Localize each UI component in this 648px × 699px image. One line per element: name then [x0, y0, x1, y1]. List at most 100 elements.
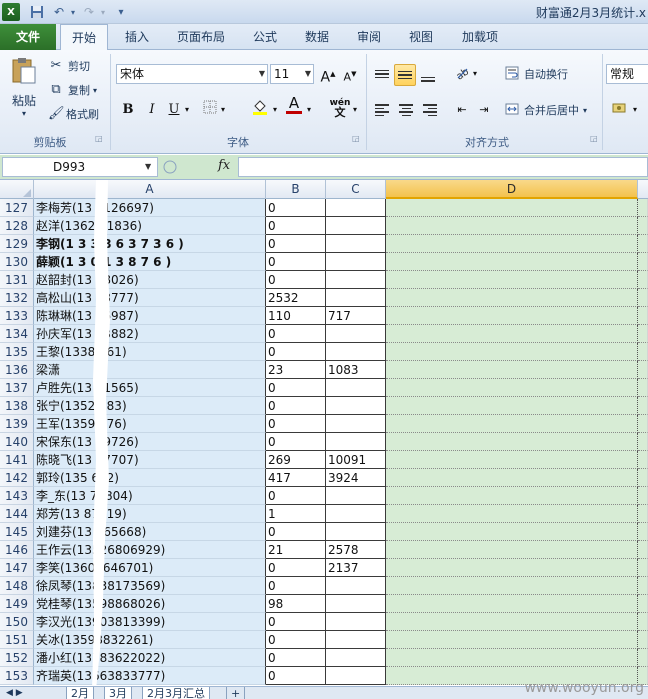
cell-e[interactable]	[638, 451, 648, 469]
tab-formulas[interactable]: 公式	[244, 24, 286, 50]
cell-name[interactable]: 薛颖(1 3 0 1 3 8 7 6 )	[34, 253, 266, 271]
font-launcher-icon[interactable]: ◲	[352, 134, 360, 143]
name-box[interactable]: D993	[2, 157, 158, 177]
cell-name[interactable]: 梁潇	[34, 361, 266, 379]
cell-b[interactable]: 417	[266, 469, 326, 487]
row-header[interactable]: 139	[0, 415, 34, 433]
save-icon[interactable]	[28, 3, 46, 21]
row-header[interactable]: 132	[0, 289, 34, 307]
cell-e[interactable]	[638, 235, 648, 253]
cell-b[interactable]: 0	[266, 397, 326, 415]
clipboard-launcher-icon[interactable]: ◲	[95, 134, 103, 143]
cell-d[interactable]	[386, 397, 638, 415]
row-header[interactable]: 135	[0, 343, 34, 361]
cell-name[interactable]: 孙庆军(13 33882)	[34, 325, 266, 343]
cell-c[interactable]: 717	[326, 307, 386, 325]
cell-e[interactable]	[638, 217, 648, 235]
underline-button[interactable]: U	[164, 100, 184, 120]
cell-d[interactable]	[386, 577, 638, 595]
cell-b[interactable]: 0	[266, 649, 326, 667]
cell-name[interactable]: 赵洋(1362 21836)	[34, 217, 266, 235]
row-header[interactable]: 128	[0, 217, 34, 235]
cell-c[interactable]	[326, 415, 386, 433]
paste-button[interactable]: 粘贴 ▾	[6, 56, 42, 128]
cell-b[interactable]: 21	[266, 541, 326, 559]
insert-sheet-icon[interactable]: +	[226, 687, 246, 699]
cell-name[interactable]: 张宁(1352 183)	[34, 397, 266, 415]
align-top-icon[interactable]	[372, 64, 392, 84]
cell-d[interactable]	[386, 649, 638, 667]
bold-button[interactable]: B	[118, 100, 138, 120]
cell-name[interactable]: 陈晓飞(13 77707)	[34, 451, 266, 469]
cell-name[interactable]: 李钢(1 3 3 8 6 3 7 3 6 )	[34, 235, 266, 253]
cell-e[interactable]	[638, 415, 648, 433]
row-header[interactable]: 151	[0, 631, 34, 649]
cell-d[interactable]	[386, 361, 638, 379]
tab-addins[interactable]: 加载项	[452, 24, 508, 50]
cell-d[interactable]	[386, 307, 638, 325]
cell-d[interactable]	[386, 379, 638, 397]
column-header-e[interactable]	[638, 180, 648, 199]
cell-e[interactable]	[638, 613, 648, 631]
cell-name[interactable]: 郭玲(135 652)	[34, 469, 266, 487]
cell-d[interactable]	[386, 271, 638, 289]
cell-d[interactable]	[386, 433, 638, 451]
cell-d[interactable]	[386, 199, 638, 217]
font-name-combo[interactable]: 宋体 ▼	[116, 64, 268, 84]
cell-c[interactable]	[326, 397, 386, 415]
cell-e[interactable]	[638, 487, 648, 505]
cell-d[interactable]	[386, 613, 638, 631]
row-header[interactable]: 136	[0, 361, 34, 379]
insert-function-icon[interactable]: fx	[218, 158, 230, 173]
row-header[interactable]: 147	[0, 559, 34, 577]
cell-b[interactable]: 98	[266, 595, 326, 613]
cell-b[interactable]: 0	[266, 577, 326, 595]
cell-e[interactable]	[638, 631, 648, 649]
orientation-icon[interactable]: ab	[452, 64, 472, 84]
cell-c[interactable]	[326, 253, 386, 271]
italic-button[interactable]: I	[142, 100, 162, 120]
cell-d[interactable]	[386, 595, 638, 613]
cell-c[interactable]	[326, 217, 386, 235]
cut-button[interactable]: ✂ 剪切	[48, 58, 90, 74]
cell-b[interactable]: 0	[266, 325, 326, 343]
font-size-combo[interactable]: 11 ▼	[270, 64, 314, 84]
cell-b[interactable]: 0	[266, 523, 326, 541]
cell-d[interactable]	[386, 469, 638, 487]
cell-b[interactable]: 0	[266, 631, 326, 649]
tab-insert[interactable]: 插入	[116, 24, 158, 50]
font-color-dropdown-icon[interactable]: ▾	[304, 100, 314, 120]
cell-b[interactable]: 269	[266, 451, 326, 469]
cell-b[interactable]: 0	[266, 433, 326, 451]
row-header[interactable]: 142	[0, 469, 34, 487]
cell-c[interactable]	[326, 325, 386, 343]
column-header-d[interactable]: D	[386, 180, 638, 199]
cell-name[interactable]: 李笑(13607646701)	[34, 559, 266, 577]
row-header[interactable]: 145	[0, 523, 34, 541]
wrap-text-button[interactable]: 自动换行	[504, 66, 568, 82]
cell-d[interactable]	[386, 487, 638, 505]
row-header[interactable]: 140	[0, 433, 34, 451]
cell-name[interactable]: 刘建芬(13 865668)	[34, 523, 266, 541]
cell-b[interactable]: 0	[266, 487, 326, 505]
row-header[interactable]: 152	[0, 649, 34, 667]
cell-e[interactable]	[638, 469, 648, 487]
cell-e[interactable]	[638, 559, 648, 577]
row-header[interactable]: 131	[0, 271, 34, 289]
cell-name[interactable]: 赵韶封(13 68026)	[34, 271, 266, 289]
cell-name[interactable]: 陈琳琳(13 76987)	[34, 307, 266, 325]
cell-d[interactable]	[386, 253, 638, 271]
orientation-dropdown-icon[interactable]: ▾	[470, 64, 480, 84]
cell-c[interactable]	[326, 199, 386, 217]
format-painter-button[interactable]: 🖌 格式刷	[48, 106, 99, 122]
cell-d[interactable]	[386, 289, 638, 307]
cell-name[interactable]: 党桂琴(13598868026)	[34, 595, 266, 613]
row-header[interactable]: 150	[0, 613, 34, 631]
cell-c[interactable]: 3924	[326, 469, 386, 487]
select-all-corner[interactable]	[0, 180, 34, 199]
cell-c[interactable]	[326, 271, 386, 289]
cell-b[interactable]: 0	[266, 667, 326, 685]
cell-e[interactable]	[638, 361, 648, 379]
font-color-icon[interactable]: A	[284, 96, 304, 116]
row-header[interactable]: 153	[0, 667, 34, 685]
